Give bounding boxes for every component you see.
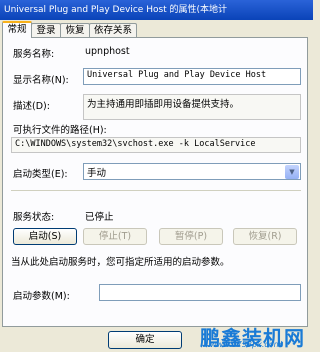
resume-button[interactable]: 恢复(R) <box>233 228 297 245</box>
tab-bar: 常规 登录 恢复 依存关系 <box>0 21 313 38</box>
service-status-label: 服务状态: <box>13 212 55 223</box>
watermark-url: www.0753px.com <box>210 340 282 349</box>
start-button[interactable]: 启动(S) <box>13 228 77 245</box>
startup-params-hint: 当从此处启动服务时，您可指定所适用的启动参数。 <box>11 257 230 268</box>
display-name-label: 显示名称(N): <box>13 75 69 86</box>
startup-params-input[interactable] <box>99 284 301 301</box>
display-name-field[interactable]: Universal Plug and Play Device Host <box>83 68 301 85</box>
service-status-value: 已停止 <box>85 212 114 223</box>
startup-type-value: 手动 <box>87 168 107 179</box>
path-label: 可执行文件的路径(H): <box>13 125 107 136</box>
stop-button[interactable]: 停止(T) <box>83 228 147 245</box>
description-field[interactable]: 为主持通用即插即用设备提供支持。 <box>83 94 301 120</box>
ok-button[interactable]: 确定 <box>108 331 182 349</box>
divider <box>11 190 301 191</box>
general-panel: 服务名称: upnphost 显示名称(N): Universal Plug a… <box>2 37 308 327</box>
window-title: Universal Plug and Play Device Host 的属性(… <box>0 0 313 20</box>
chevron-down-icon[interactable]: ▼ <box>285 165 299 179</box>
startup-params-label: 启动参数(M): <box>13 291 70 302</box>
startup-type-select[interactable]: 手动 ▼ <box>83 163 301 180</box>
tab-logon[interactable]: 登录 <box>31 23 61 37</box>
tab-general[interactable]: 常规 <box>2 21 32 38</box>
startup-type-label: 启动类型(E): <box>13 169 68 180</box>
tab-dependencies[interactable]: 依存关系 <box>89 23 137 37</box>
executable-path-field[interactable]: C:\WINDOWS\system32\svchost.exe -k Local… <box>11 137 301 153</box>
description-label: 描述(D): <box>13 101 50 112</box>
service-name-value: upnphost <box>85 46 130 57</box>
service-name-label: 服务名称: <box>13 49 55 60</box>
tab-recovery[interactable]: 恢复 <box>60 23 90 37</box>
pause-button[interactable]: 暂停(P) <box>159 228 223 245</box>
